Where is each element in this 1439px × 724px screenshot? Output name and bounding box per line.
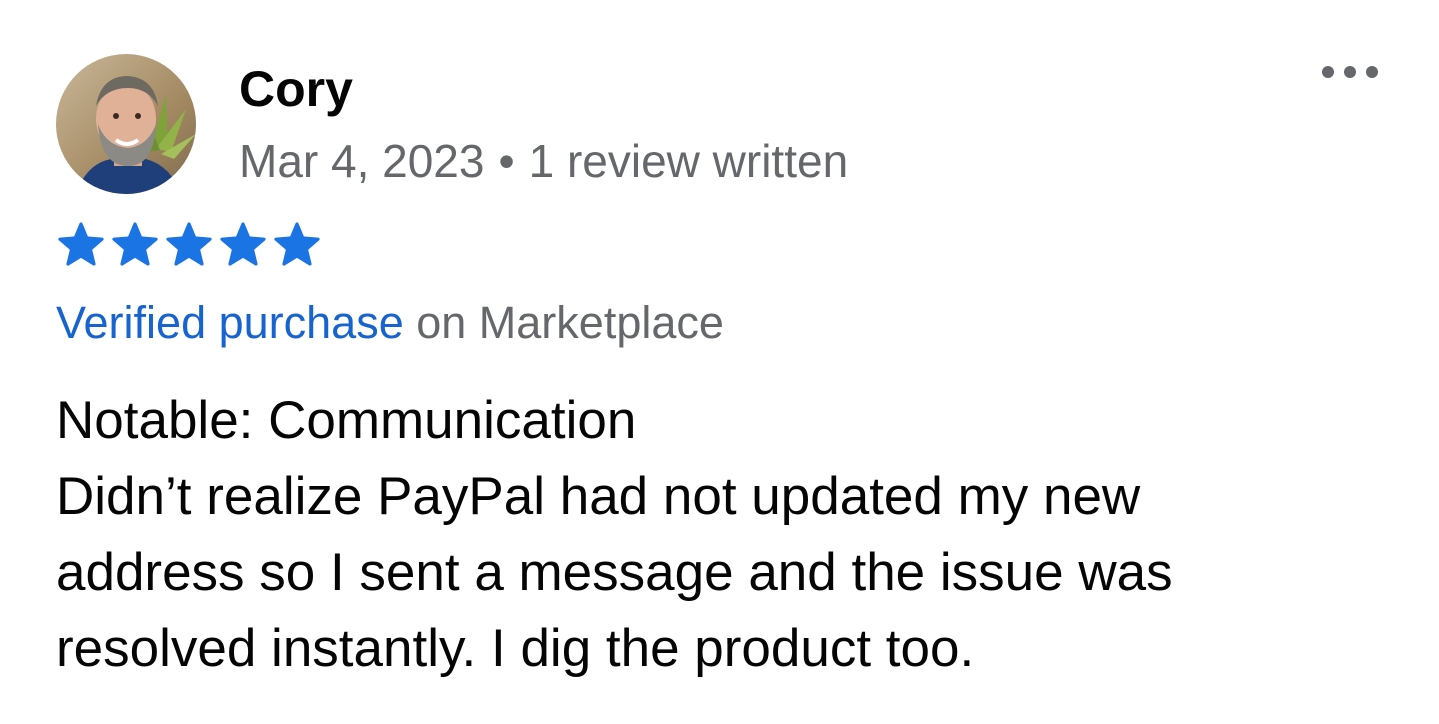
verified-purchase-link[interactable]: Verified purchase: [56, 297, 404, 348]
review-count: 1 review written: [528, 135, 849, 187]
review-text: Notable: Communication Didn’t realize Pa…: [56, 383, 1376, 687]
review-body-line: Didn’t realize PayPal had not updated my…: [56, 467, 1141, 526]
verified-purchase-line: Verified purchase on Marketplace: [56, 295, 724, 351]
separator-dot: •: [498, 135, 515, 187]
more-options-icon: [1320, 65, 1380, 84]
notable-tag: Notable: Communication: [56, 391, 637, 450]
more-options-button[interactable]: [1310, 54, 1390, 94]
star-icon: [56, 222, 106, 268]
review-body-line: resolved instantly. I dig the product to…: [56, 619, 975, 678]
reviewer-name[interactable]: Cory: [239, 58, 353, 120]
marketplace-label: on Marketplace: [416, 297, 724, 348]
star-icon: [218, 222, 268, 268]
star-icon: [272, 222, 322, 268]
avatar[interactable]: [56, 54, 196, 194]
review-body-line: address so I sent a message and the issu…: [56, 543, 1173, 602]
review-date: Mar 4, 2023: [239, 135, 485, 187]
review-meta: Mar 4, 2023 • 1 review written: [239, 133, 848, 189]
star-rating: [56, 222, 322, 268]
star-icon: [164, 222, 214, 268]
star-icon: [110, 222, 160, 268]
